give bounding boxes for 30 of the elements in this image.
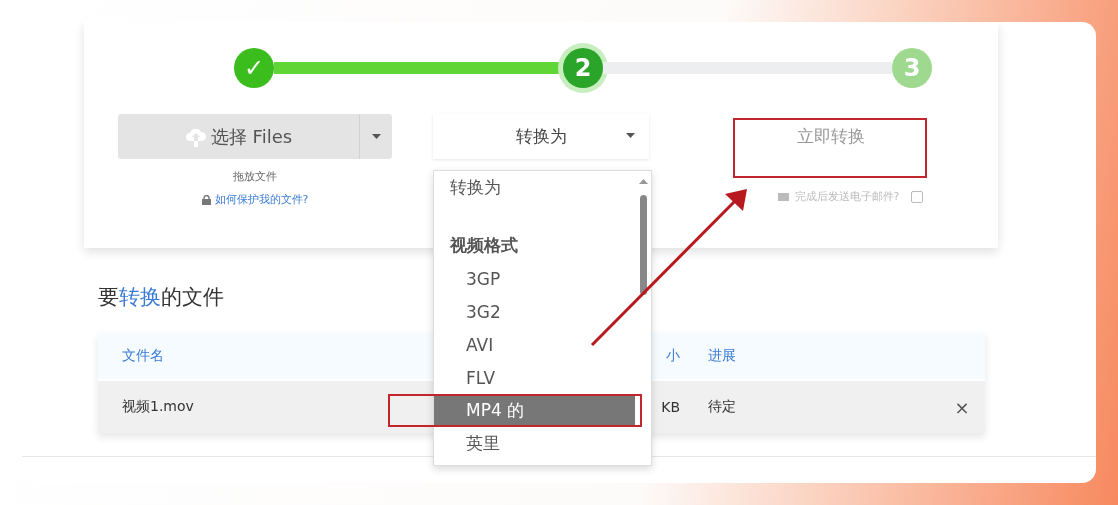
dropdown-toggle[interactable]: [359, 114, 392, 159]
email-checkbox[interactable]: [911, 190, 924, 203]
scrollbar-thumb[interactable]: [640, 195, 647, 295]
envelope-icon: [777, 192, 789, 201]
upload-cloud-icon: [184, 126, 207, 147]
lock-icon: [201, 194, 211, 205]
column-header: 进展: [707, 347, 736, 365]
caret-icon: [371, 134, 381, 139]
remove-button[interactable]: ×: [939, 395, 985, 419]
email-option-label: 完成后发送电子邮件?: [794, 189, 900, 204]
table-cell-text: 视频1.mov: [121, 398, 194, 416]
column-header: 小: [666, 347, 681, 365]
scroll-up-icon[interactable]: [639, 179, 648, 184]
step-circle: ✓: [234, 48, 274, 88]
protect-files-link[interactable]: 如何保护我的文件?: [201, 192, 309, 207]
dropdown-option[interactable]: 3G2: [434, 295, 635, 328]
dropdown-option[interactable]: 转换为: [434, 171, 635, 204]
table-cell-text: 待定: [707, 398, 736, 416]
group-label: 视频格式: [449, 234, 519, 257]
caret-icon: [626, 133, 635, 138]
dropdown-option[interactable]: 英里: [434, 427, 635, 460]
column-header: 文件名: [121, 347, 164, 365]
section-title: 要转换的文件: [98, 284, 224, 311]
drop-hint: 拖放文件: [233, 169, 277, 184]
step-circle: 3: [892, 48, 932, 88]
convert-to-select[interactable]: 转换为: [433, 114, 649, 159]
dropdown-option[interactable]: AVI: [434, 328, 635, 361]
table-cell-text: KB: [661, 399, 681, 415]
dropdown-option[interactable]: FLV: [434, 361, 635, 394]
dropdown-option[interactable]: 3GP: [434, 262, 635, 295]
